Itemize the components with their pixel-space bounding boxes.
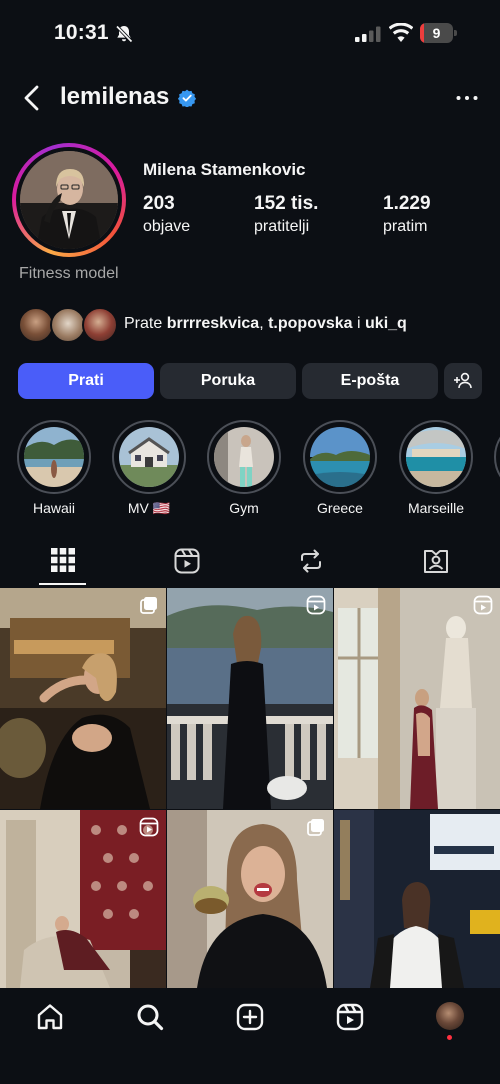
highlight-cover bbox=[214, 427, 274, 487]
active-tab-indicator bbox=[39, 583, 86, 585]
profile-username: lemilenas bbox=[60, 83, 170, 110]
highlight-cover bbox=[119, 427, 179, 487]
add-person-icon bbox=[454, 372, 472, 389]
suggested-users-button[interactable] bbox=[444, 363, 482, 399]
profile-full-name: Milena Stamenkovic bbox=[143, 160, 306, 179]
stat-posts-value: 203 bbox=[143, 193, 175, 214]
mutual-follower-avatars bbox=[18, 305, 118, 345]
battery-level: 9 bbox=[432, 25, 441, 41]
stat-posts[interactable]: 203 objave bbox=[143, 193, 190, 236]
bell-slash-icon bbox=[115, 25, 133, 43]
stat-followers[interactable]: 152 tis. pratitelji bbox=[254, 193, 318, 236]
highlight-partial[interactable] bbox=[494, 420, 500, 520]
email-button[interactable]: E-pošta bbox=[302, 363, 438, 399]
highlight-greece[interactable]: Greece bbox=[302, 420, 378, 520]
mutual-avatar bbox=[82, 307, 118, 343]
home-icon[interactable] bbox=[35, 1002, 65, 1032]
highlight-label: Gym bbox=[229, 500, 259, 516]
reels-icon bbox=[174, 548, 200, 574]
tab-posts-grid[interactable] bbox=[0, 540, 125, 586]
battery-icon: 9 bbox=[420, 23, 457, 43]
status-time: 10:31 bbox=[54, 21, 109, 44]
reel-badge-icon bbox=[139, 817, 159, 837]
search-icon[interactable] bbox=[135, 1002, 165, 1032]
highlight-label: Greece bbox=[317, 500, 363, 516]
back-icon[interactable] bbox=[18, 82, 46, 114]
reel-badge-icon bbox=[473, 595, 493, 615]
verified-badge-icon bbox=[178, 89, 196, 107]
profile-content-tabs bbox=[0, 540, 500, 586]
tab-reposts[interactable] bbox=[250, 540, 375, 586]
post-thumbnail[interactable] bbox=[0, 810, 166, 988]
stat-following[interactable]: 1.229 pratim bbox=[383, 193, 431, 236]
followed-by-prefix: Prate bbox=[124, 315, 167, 332]
wifi-icon bbox=[389, 23, 413, 42]
mutual-username[interactable]: brrrreskvica bbox=[167, 315, 260, 332]
post-thumbnail[interactable] bbox=[0, 588, 166, 809]
followed-by-separator: , bbox=[259, 315, 269, 332]
carousel-icon bbox=[307, 819, 324, 836]
post-thumbnail[interactable] bbox=[167, 588, 333, 809]
highlight-mv[interactable]: MV 🇺🇸 bbox=[111, 420, 187, 520]
mutual-username[interactable]: uki_q bbox=[365, 315, 407, 332]
profile-header: lemilenas bbox=[0, 70, 500, 126]
tagged-icon bbox=[424, 550, 448, 573]
carousel-icon bbox=[140, 597, 157, 614]
bottom-navigation bbox=[0, 988, 500, 1084]
profile-avatar bbox=[20, 151, 118, 249]
tab-reels[interactable] bbox=[125, 540, 250, 586]
highlight-label: MV 🇺🇸 bbox=[127, 500, 171, 516]
highlight-marseille[interactable]: Marseille bbox=[398, 420, 474, 520]
post-thumbnail[interactable] bbox=[167, 810, 333, 988]
post-thumbnail[interactable] bbox=[334, 588, 500, 809]
mutual-avatar bbox=[50, 307, 86, 343]
stat-posts-label: objave bbox=[143, 218, 191, 235]
highlight-label: Marseille bbox=[407, 500, 464, 516]
grid-icon bbox=[51, 548, 75, 572]
highlight-gym[interactable]: Gym bbox=[206, 420, 282, 520]
stat-followers-label: pratitelji bbox=[254, 218, 310, 235]
status-bar: 10:31 9 bbox=[0, 0, 500, 64]
mutual-username[interactable]: t.popovska bbox=[268, 315, 352, 332]
follow-button[interactable]: Prati bbox=[18, 363, 154, 399]
stat-following-value: 1.229 bbox=[383, 193, 431, 214]
highlight-cover bbox=[310, 427, 370, 487]
post-thumbnail[interactable] bbox=[334, 810, 500, 988]
reel-badge-icon bbox=[306, 595, 326, 615]
followed-by-row[interactable]: Prate brrrreskvica, t.popovska i uki_q bbox=[18, 305, 488, 345]
reposts-icon bbox=[301, 549, 321, 573]
followed-by-text: Prate brrrreskvica, t.popovska i uki_q bbox=[124, 315, 407, 333]
followed-by-separator: i bbox=[352, 315, 366, 332]
create-icon[interactable] bbox=[235, 1002, 265, 1032]
profile-avatar-story-ring[interactable] bbox=[12, 143, 126, 257]
stat-following-label: pratim bbox=[383, 218, 428, 235]
stat-followers-value: 152 tis. bbox=[254, 193, 319, 214]
message-button[interactable]: Poruka bbox=[160, 363, 296, 399]
profile-bio: Fitness model bbox=[19, 265, 119, 282]
highlight-label: Hawaii bbox=[32, 500, 75, 516]
highlight-cover bbox=[24, 427, 84, 487]
highlight-hawaii[interactable]: Hawaii bbox=[16, 420, 92, 520]
tab-tagged[interactable] bbox=[375, 540, 500, 586]
reels-icon[interactable] bbox=[335, 1002, 365, 1032]
highlight-cover bbox=[406, 427, 466, 487]
notification-dot bbox=[447, 1035, 452, 1040]
posts-grid bbox=[0, 588, 500, 988]
profile-avatar[interactable] bbox=[436, 1002, 464, 1030]
signal-icon bbox=[355, 26, 381, 42]
more-icon[interactable] bbox=[455, 92, 479, 104]
mutual-avatar bbox=[18, 307, 54, 343]
